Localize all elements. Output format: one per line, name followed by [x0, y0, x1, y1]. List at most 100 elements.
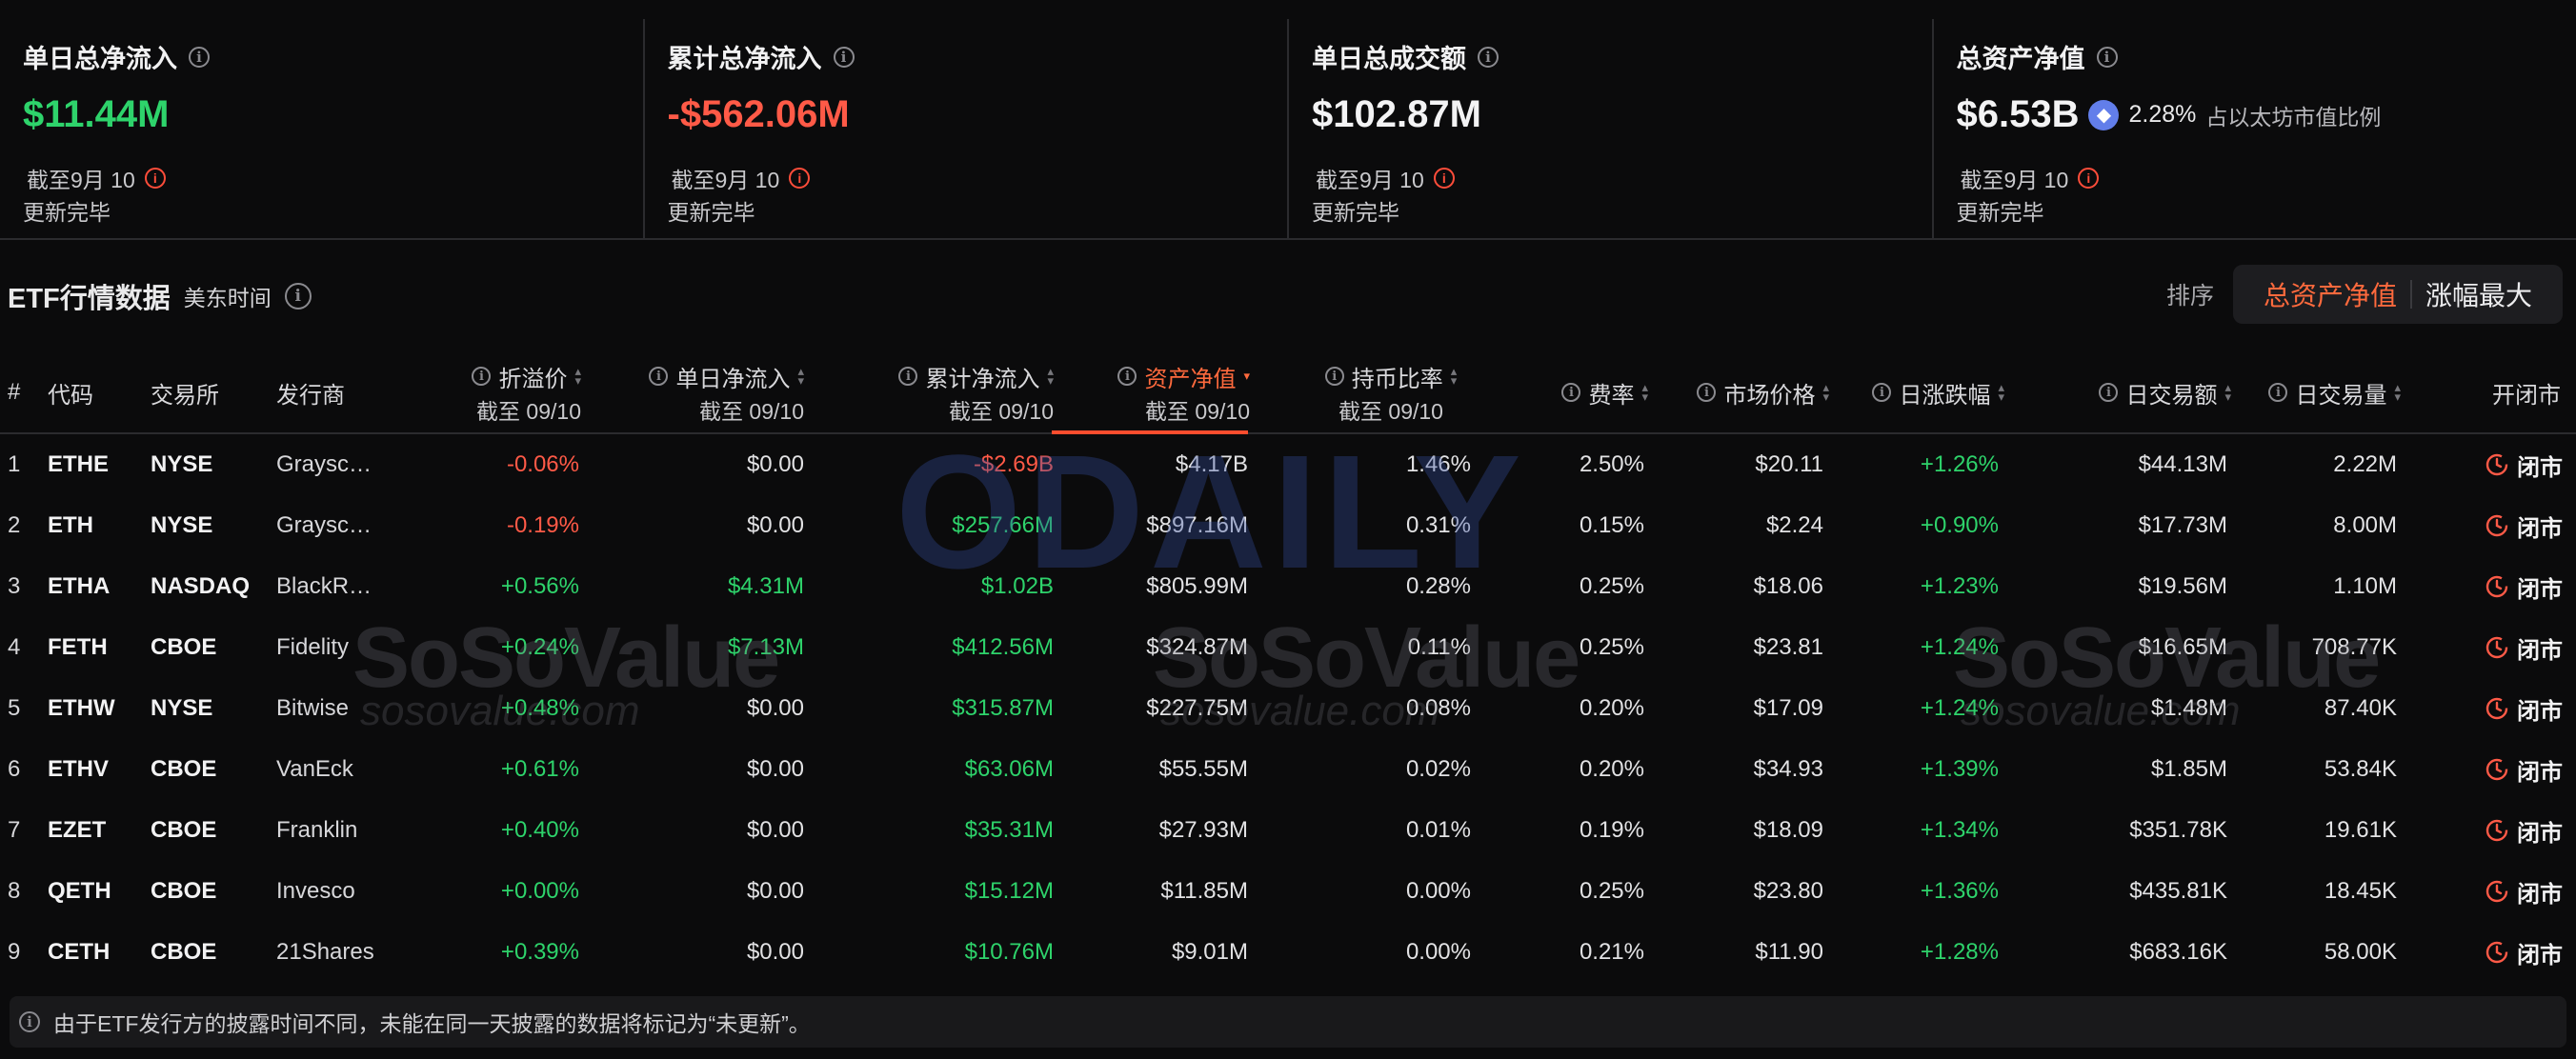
card-total-net-assets: 总资产净值 i $6.53B ◆ 2.28% 占以太坊市值比例 截至9月 10 i … [1934, 19, 2576, 238]
cell-premium: +0.00% [500, 878, 579, 904]
col-nav-sortable[interactable]: i 资产净值 ▾ 截至 09/10 [1084, 352, 1250, 432]
section-header: ETF行情数据 美东时间 i [8, 276, 312, 316]
cell-cum-inflow: $10.76M [964, 939, 1054, 965]
table-row[interactable]: 8 QETH CBOE Invesco +0.00% $0.00 $15.12M $11.85… [0, 861, 2576, 922]
sort-by-gain-button[interactable]: 涨幅最大 [2412, 275, 2546, 313]
table-row[interactable]: 1 ETHE NYSE Graysc… -0.06% $0.00 -$2.69B $4.17B… [0, 434, 2576, 495]
info-icon[interactable]: i [2268, 383, 2288, 402]
cell-daily-inflow: $0.00 [746, 817, 804, 843]
col-price-sortable[interactable]: i 市场价格 ▴ ▾ [1673, 352, 1829, 432]
cell-volume-amount: $683.16K [2129, 939, 2227, 965]
cell-index: 8 [8, 878, 21, 904]
info-icon[interactable]: i [1117, 367, 1137, 386]
market-status-label: 闭市 [2517, 454, 2563, 481]
info-icon[interactable]: i [649, 367, 669, 386]
watermark-site: sosovalue.com [1961, 688, 2241, 734]
table-row[interactable]: 9 CETH CBOE 21Shares +0.39% $0.00 $10.76M $9.01… [0, 922, 2576, 983]
warning-icon[interactable]: i [2078, 168, 2100, 189]
table-row[interactable]: 2 ETH NYSE Graysc… -0.19% $0.00 $257.66M $897.1… [0, 495, 2576, 556]
col-change-sortable[interactable]: i 日涨跌幅 ▴ ▾ [1848, 352, 2004, 432]
sort-label: 排序 [2165, 283, 2214, 310]
cell-issuer: BlackR… [276, 573, 372, 599]
col-premium-sortable[interactable]: i 折溢价 ▴ ▾ 截至 09/10 [410, 352, 581, 432]
cell-volume-quantity: 8.00M [2333, 512, 2397, 538]
card-daily-net-inflow: 单日总净流入 i $11.44M 截至9月 10 i 更新完毕 [0, 19, 645, 238]
cell-market-status: 闭市 [2439, 922, 2563, 983]
col-issuer: 发行商 [276, 382, 345, 409]
section-title: ETF行情数据 [8, 284, 171, 314]
cell-index: 4 [8, 634, 21, 660]
col-code: 代码 [48, 382, 93, 409]
cell-cum-inflow: -$2.69B [973, 451, 1054, 477]
market-status-label: 闭市 [2517, 576, 2563, 603]
col-volume-quantity-sortable[interactable]: i 日交易量 ▴ ▾ [2239, 352, 2401, 432]
cell-market-status: 闭市 [2439, 861, 2563, 922]
cell-price: $23.81 [1753, 634, 1823, 660]
market-status-label: 闭市 [2517, 759, 2563, 786]
timezone-label: 美东时间 [183, 286, 272, 310]
cell-price: $2.24 [1765, 512, 1823, 538]
info-icon[interactable]: i [833, 46, 855, 68]
info-icon[interactable]: i [2096, 46, 2118, 68]
cell-index: 6 [8, 756, 21, 782]
cell-fee: 0.19% [1579, 817, 1644, 843]
table-row[interactable]: 3 ETHA NASDAQ BlackR… +0.56% $4.31M $1.02B $805… [0, 556, 2576, 617]
cell-cum-inflow: $412.56M [952, 634, 1054, 660]
info-icon[interactable]: i [1324, 367, 1344, 386]
cell-index: 5 [8, 695, 21, 721]
sort-caret-icon: ▴ ▾ [1047, 364, 1054, 388]
sort-caret-icon: ▴ ▾ [2224, 380, 2231, 404]
info-icon[interactable]: i [189, 46, 210, 68]
cell-volume-amount: $435.81K [2129, 878, 2227, 904]
card-value: $6.53B [1956, 93, 2080, 135]
card-value: $11.44M [23, 93, 170, 135]
warning-icon[interactable]: i [1433, 168, 1455, 189]
info-icon[interactable]: i [1872, 383, 1892, 402]
watermark-site: sosovalue.com [1160, 688, 1440, 734]
cell-index: 1 [8, 451, 21, 477]
card-title: 总资产净值 [1956, 45, 2085, 73]
col-index: # [8, 379, 21, 405]
info-icon[interactable]: i [2099, 383, 2119, 402]
info-icon[interactable]: i [1561, 383, 1581, 402]
watermark-site: sosovalue.com [360, 688, 640, 734]
cell-volume-amount: $19.56M [2138, 573, 2227, 599]
col-cum-inflow-sortable[interactable]: i 累计净流入 ▴ ▾ 截至 09/10 [886, 352, 1054, 432]
info-icon[interactable]: i [1478, 46, 1499, 68]
cell-cum-inflow: $63.06M [964, 756, 1054, 782]
cell-holding: 0.00% [1405, 939, 1471, 965]
sort-by-nav-button[interactable]: 总资产净值 [2250, 275, 2410, 313]
market-status-label: 闭市 [2517, 881, 2563, 908]
table-row[interactable]: 6 ETHV CBOE VanEck +0.61% $0.00 $63.06M $55.55M… [0, 739, 2576, 800]
cell-fee: 0.21% [1579, 939, 1644, 965]
cell-price: $18.09 [1753, 817, 1823, 843]
cell-daily-inflow: $4.31M [727, 573, 804, 599]
cell-fee: 0.20% [1579, 756, 1644, 782]
card-title: 单日总净流入 [23, 45, 177, 73]
cell-market-status: 闭市 [2439, 434, 2563, 495]
cell-fee: 2.50% [1579, 451, 1644, 477]
sort-caret-icon: ▴ ▾ [574, 364, 581, 388]
col-daily-inflow-sortable[interactable]: i 单日净流入 ▴ ▾ 截至 09/10 [636, 352, 804, 432]
col-volume-amount-sortable[interactable]: i 日交易额 ▴ ▾ [2073, 352, 2231, 432]
info-icon[interactable]: i [284, 283, 312, 310]
info-icon[interactable]: i [1697, 383, 1717, 402]
col-fee-sortable[interactable]: i 费率 ▴ ▾ [1524, 352, 1648, 432]
col-holding-sortable[interactable]: i 持币比率 ▴ ▾ 截至 09/10 [1307, 352, 1475, 432]
warning-icon[interactable]: i [144, 168, 166, 189]
cell-holding: 1.46% [1405, 451, 1471, 477]
info-icon[interactable]: i [472, 367, 492, 386]
cell-exchange: CBOE [151, 634, 217, 660]
card-date: 截至9月 10 [1316, 168, 1424, 192]
cell-cum-inflow: $1.02B [980, 573, 1054, 599]
warning-icon[interactable]: i [789, 168, 811, 189]
card-status: 更新完毕 [1312, 200, 1399, 225]
cell-fee: 0.15% [1579, 512, 1644, 538]
cell-index: 3 [8, 573, 21, 599]
info-icon[interactable]: i [898, 367, 918, 386]
sort-toggle-group: 总资产净值 涨幅最大 [2232, 265, 2563, 324]
cell-exchange: NYSE [151, 695, 213, 721]
table-row[interactable]: 7 EZET CBOE Franklin +0.40% $0.00 $35.31M $27.9… [0, 800, 2576, 861]
cell-volume-amount: $351.78K [2129, 817, 2227, 843]
cell-volume-quantity: 19.61K [2324, 817, 2397, 843]
